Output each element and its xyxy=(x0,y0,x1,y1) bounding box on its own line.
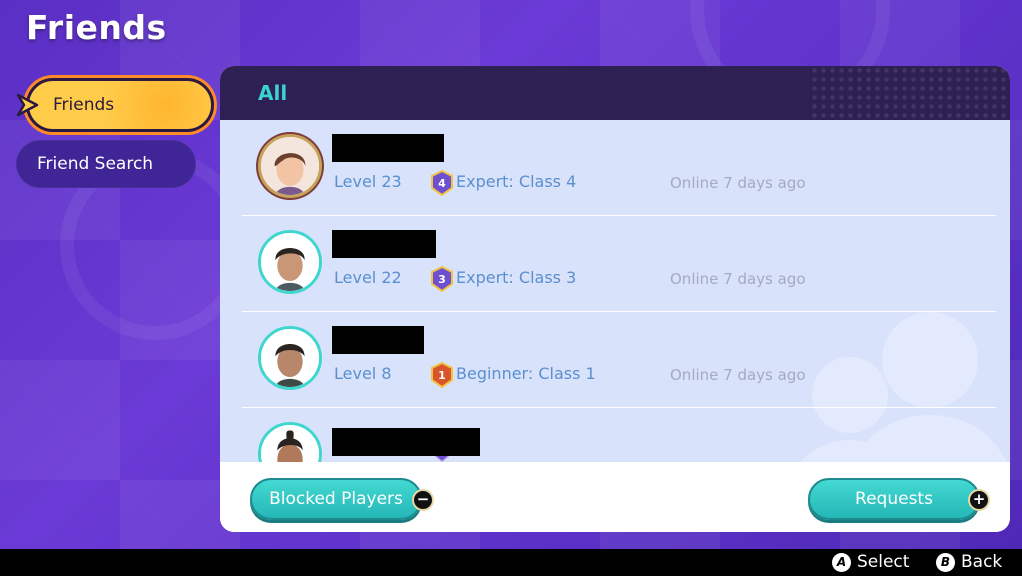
page-title: Friends xyxy=(26,8,167,47)
friend-online-status: Online 7 days ago xyxy=(670,366,806,384)
rank-badge-icon: 4 xyxy=(431,170,453,196)
avatar xyxy=(258,230,322,294)
sidebar-item-friends[interactable]: Friends xyxy=(16,78,214,132)
avatar xyxy=(258,326,322,390)
friend-rank: Expert: Class 3 xyxy=(456,268,577,287)
redacted-name xyxy=(332,326,424,354)
trainer-portrait-icon xyxy=(261,425,319,462)
friend-rank: Beginner: Class 1 xyxy=(456,364,596,383)
redacted-name xyxy=(332,230,436,258)
avatar xyxy=(258,422,322,462)
a-button-icon: A xyxy=(832,552,851,572)
panel-header: All xyxy=(220,66,1010,120)
hint-back[interactable]: B Back xyxy=(936,552,1002,572)
trainer-portrait-icon xyxy=(261,137,319,195)
blocked-players-button[interactable]: Blocked Players − xyxy=(250,478,434,520)
hint-back-label: Back xyxy=(961,552,1003,572)
trainer-portrait-icon xyxy=(261,233,319,291)
friends-panel: All Level 23 4 Expert: Class 4 Online 7 … xyxy=(220,66,1010,532)
friend-level: Level 22 xyxy=(334,268,402,287)
hint-select-label: Select xyxy=(857,552,910,572)
b-button-icon: B xyxy=(936,552,955,572)
rank-number: 3 xyxy=(438,273,446,286)
rank-number: 1 xyxy=(438,369,446,382)
list-item[interactable]: Level 8 1 Beginner: Class 1 Online 7 day… xyxy=(242,312,996,408)
list-item[interactable]: Level 23 4 Expert: Class 4 Online 7 days… xyxy=(242,120,996,216)
hint-select[interactable]: A Select xyxy=(832,552,909,572)
header-pattern xyxy=(810,66,1010,120)
list-item[interactable]: Level 22 3 Expert: Class 3 Online 7 days… xyxy=(242,216,996,312)
minus-button-icon: − xyxy=(412,489,434,511)
friend-online-status: Online 7 days ago xyxy=(670,174,806,192)
panel-footer: Blocked Players − Requests + xyxy=(220,462,1010,532)
friend-online-status: Online 7 days ago xyxy=(670,270,806,288)
trainer-portrait-icon xyxy=(261,329,319,387)
sidebar-item-friend-search[interactable]: Friend Search xyxy=(16,140,196,188)
rank-badge-icon: 3 xyxy=(431,266,453,292)
tab-all[interactable]: All xyxy=(258,81,287,105)
control-hints-bar: A Select B Back xyxy=(0,549,1022,576)
redacted-name xyxy=(332,134,444,162)
selection-arrow-icon xyxy=(16,93,39,117)
requests-button[interactable]: Requests + xyxy=(808,478,990,520)
friend-level: Level 8 xyxy=(334,364,392,383)
sidebar-item-label: Friend Search xyxy=(37,154,154,174)
sidebar-item-label: Friends xyxy=(53,95,115,115)
friend-level: Level 23 xyxy=(334,172,402,191)
list-item[interactable] xyxy=(242,408,996,462)
rank-number: 4 xyxy=(438,177,446,190)
friends-list[interactable]: Level 23 4 Expert: Class 4 Online 7 days… xyxy=(220,120,1010,462)
blocked-players-label: Blocked Players xyxy=(269,489,403,509)
redacted-name xyxy=(332,428,480,456)
avatar xyxy=(258,134,322,198)
plus-button-icon: + xyxy=(968,489,990,511)
rank-badge-icon: 1 xyxy=(431,362,453,388)
requests-label: Requests xyxy=(855,489,933,509)
friend-rank: Expert: Class 4 xyxy=(456,172,577,191)
